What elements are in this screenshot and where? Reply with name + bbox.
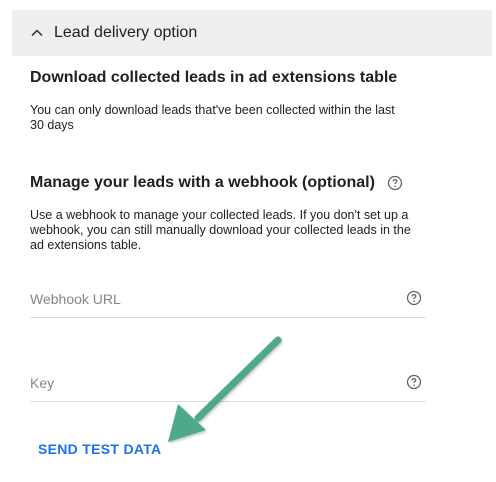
help-circle-icon[interactable] — [406, 290, 422, 306]
key-field — [30, 366, 426, 402]
section-title: Lead delivery option — [54, 24, 198, 41]
webhook-heading-row: Manage your leads with a webhook (option… — [30, 174, 403, 192]
download-leads-heading: Download collected leads in ad extension… — [30, 69, 398, 86]
download-leads-description: You can only download leads that've been… — [30, 103, 395, 132]
webhook-heading: Manage your leads with a webhook (option… — [30, 174, 375, 191]
lead-delivery-section-header[interactable]: Lead delivery option — [12, 10, 492, 56]
webhook-url-field — [30, 282, 426, 318]
key-input[interactable] — [30, 366, 390, 400]
webhook-url-input[interactable] — [30, 282, 390, 316]
chevron-up-icon — [30, 26, 44, 40]
lead-delivery-panel: Lead delivery option Download collected … — [0, 0, 496, 482]
send-test-data-button[interactable]: SEND TEST DATA — [38, 441, 161, 457]
webhook-description: Use a webhook to manage your collected l… — [30, 208, 411, 252]
help-circle-icon[interactable] — [406, 374, 422, 390]
help-circle-icon[interactable] — [387, 175, 403, 191]
